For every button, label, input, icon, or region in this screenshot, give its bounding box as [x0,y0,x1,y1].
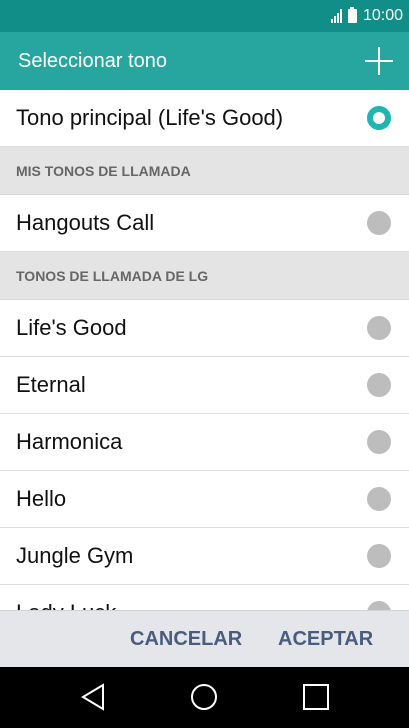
status-time: 10:00 [362,7,403,24]
ringtone-list: Tono principal (Life's Good) MIS TONOS D… [0,90,409,610]
dialog-action-bar: CANCELAR ACEPTAR [0,610,409,667]
list-item[interactable]: Hangouts Call [0,195,409,252]
list-item-label: Hangouts Call [16,210,155,235]
radio-unselected-icon[interactable] [367,601,391,610]
radio-unselected-icon[interactable] [367,487,391,511]
cancel-button[interactable]: CANCELAR [130,611,242,668]
list-item-label: Eternal [16,372,86,397]
list-item-label: Jungle Gym [16,543,134,568]
list-item-label: Lady Luck [16,585,116,610]
radio-unselected-icon[interactable] [367,373,391,397]
radio-unselected-icon[interactable] [367,316,391,340]
radio-unselected-icon[interactable] [367,544,391,568]
list-item[interactable]: Lady Luck [0,585,409,610]
list-item[interactable]: Hello [0,471,409,528]
list-item[interactable]: Harmonica [0,414,409,471]
list-item-label: Tono principal (Life's Good) [16,105,284,130]
radio-unselected-icon[interactable] [367,430,391,454]
page-title: Seleccionar tono [18,50,167,72]
list-item-label: Harmonica [16,429,123,454]
section-header: TONOS DE LLAMADA DE LG [0,252,409,300]
list-item[interactable]: Eternal [0,357,409,414]
accept-button[interactable]: ACEPTAR [278,611,373,668]
radio-unselected-icon[interactable] [367,211,391,235]
list-item[interactable]: Jungle Gym [0,528,409,585]
current-ringtone-row[interactable]: Tono principal (Life's Good) [0,90,409,147]
section-header: MIS TONOS DE LLAMADA [0,147,409,195]
list-item-label: Life's Good [16,315,127,340]
battery-icon [347,7,357,23]
list-item[interactable]: Life's Good [0,300,409,357]
section-title: MIS TONOS DE LLAMADA [16,163,191,179]
section-title: TONOS DE LLAMADA DE LG [16,268,209,284]
back-triangle-icon[interactable] [80,683,106,716]
navigation-bar [0,667,409,728]
plus-icon[interactable] [365,47,393,75]
list-item-label: Hello [16,486,67,511]
status-right: 10:00 [330,0,403,32]
radio-selected-icon[interactable] [367,106,391,130]
recent-square-icon[interactable] [302,683,330,716]
status-bar: 10:00 [0,0,409,32]
signal-icon [330,9,342,23]
app-header: Seleccionar tono [0,32,409,90]
home-circle-icon[interactable] [190,683,218,716]
